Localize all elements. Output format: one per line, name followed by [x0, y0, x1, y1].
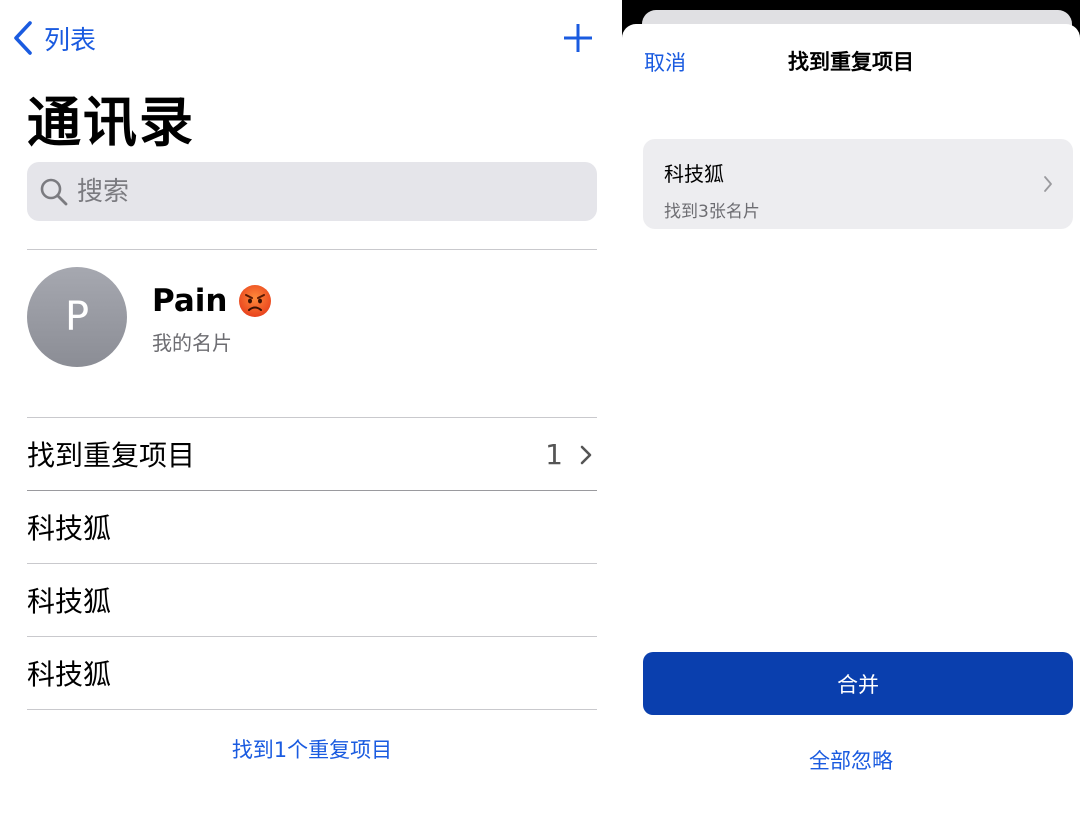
- contact-name: 科技狐: [27, 512, 112, 545]
- duplicates-row[interactable]: 找到重复项目 1: [27, 418, 597, 490]
- duplicate-item[interactable]: 科技狐 找到3张名片: [643, 139, 1073, 229]
- duplicates-count: 1: [545, 437, 563, 471]
- divider: [27, 249, 597, 250]
- angry-face-icon: [238, 285, 271, 317]
- my-card-name-text: Pain: [152, 283, 228, 319]
- chevron-right-icon: [580, 445, 592, 465]
- duplicates-row-label: 找到重复项目: [27, 439, 196, 472]
- avatar: P: [27, 267, 127, 367]
- search-icon: [40, 178, 68, 205]
- duplicates-footer-link[interactable]: 找到1个重复项目: [27, 734, 597, 764]
- sheet-title: 找到重复项目: [788, 50, 914, 74]
- list-item[interactable]: 科技狐: [27, 564, 597, 636]
- ignore-all-button[interactable]: 全部忽略: [622, 745, 1080, 775]
- my-card-name: Pain: [152, 283, 272, 319]
- my-card-subtitle: 我的名片: [152, 331, 232, 355]
- list-item[interactable]: 科技狐: [27, 491, 597, 563]
- duplicate-name: 科技狐: [664, 162, 724, 186]
- contact-name: 科技狐: [27, 585, 112, 618]
- back-label: 列表: [44, 25, 97, 56]
- list-item[interactable]: 科技狐: [27, 637, 597, 709]
- divider: [27, 709, 597, 710]
- duplicates-sheet: 取消 找到重复项目 科技狐 找到3张名片 合并 全部忽略: [622, 24, 1080, 831]
- search-input[interactable]: [77, 176, 557, 207]
- duplicate-detail: 找到3张名片: [664, 202, 760, 222]
- merge-button[interactable]: 合并: [643, 652, 1073, 715]
- contacts-screen: 列表 通讯录 P Pain: [0, 0, 622, 831]
- my-card[interactable]: P Pain 我的名片: [27, 267, 597, 367]
- back-button[interactable]: 列表: [12, 18, 96, 58]
- chevron-left-icon: [14, 21, 32, 55]
- search-bar[interactable]: [27, 162, 597, 221]
- page-title: 通讯录: [27, 91, 195, 154]
- chevron-right-icon: [1044, 176, 1052, 192]
- avatar-initial: P: [64, 294, 90, 340]
- duplicates-sheet-backdrop: 取消 找到重复项目 科技狐 找到3张名片 合并 全部忽略: [622, 0, 1080, 831]
- contact-name: 科技狐: [27, 658, 112, 691]
- plus-icon[interactable]: [560, 20, 596, 56]
